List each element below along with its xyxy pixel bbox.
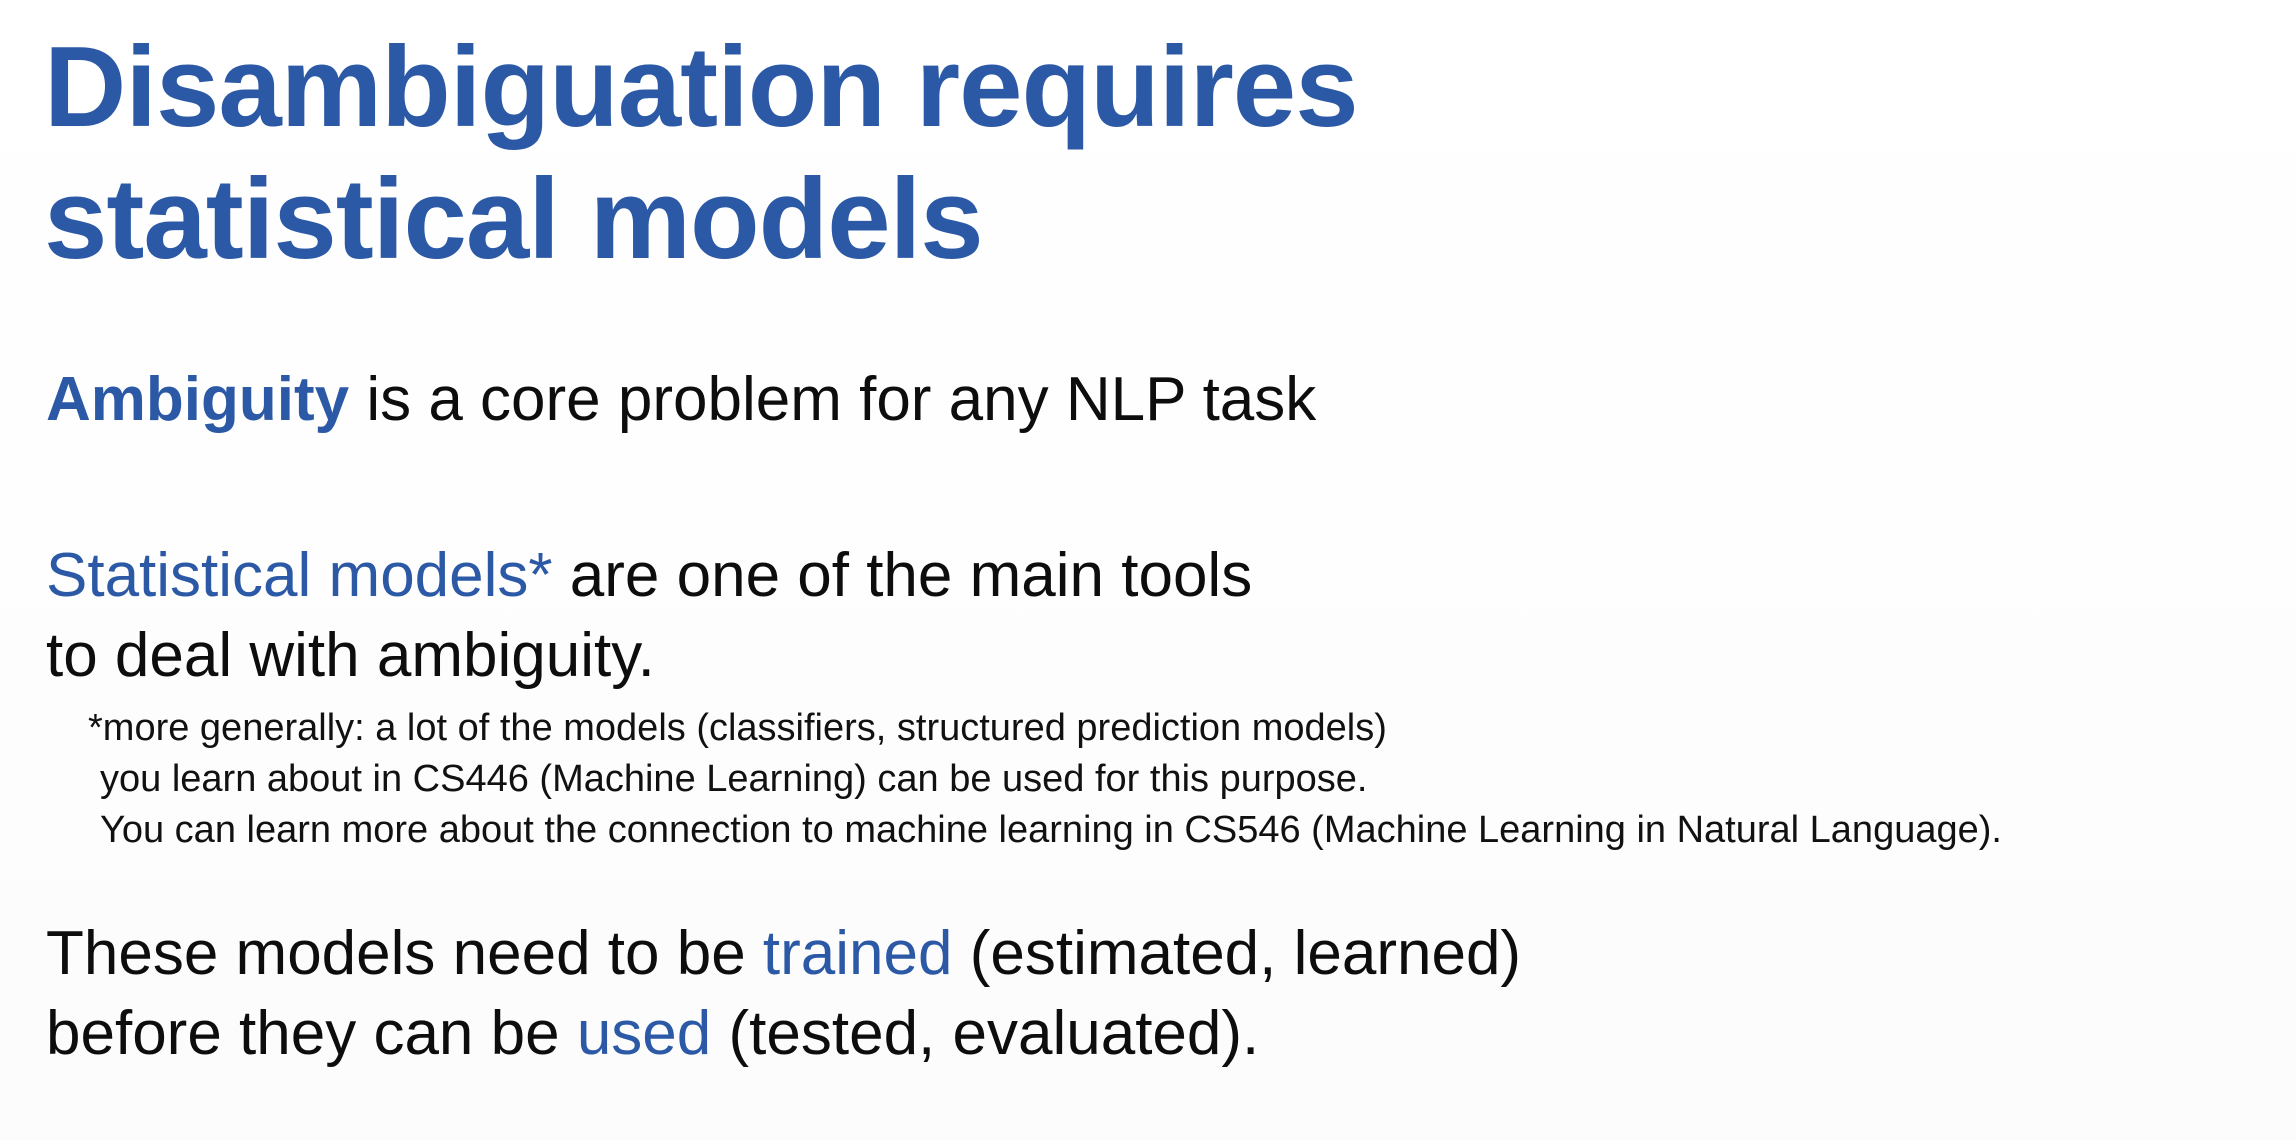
statistical-models-line-1: Statistical models* are one of the main …: [46, 536, 1252, 616]
footnote-line-3: You can learn more about the connection …: [100, 809, 2002, 851]
statistical-models-line-2: to deal with ambiguity.: [46, 621, 655, 690]
statistical-models-term: Statistical models*: [46, 541, 553, 610]
slide: Disambiguation requires statistical mode…: [0, 0, 2296, 1140]
slide-title-line-1: Disambiguation requires: [44, 24, 1359, 151]
training-line-1-post: (estimated, learned): [952, 919, 1522, 988]
footnote-line-1: *more generally: a lot of the models (cl…: [88, 707, 1387, 749]
statistical-models-text: are one of the main tools: [552, 541, 1253, 610]
training-paragraph: These models need to be trained (estimat…: [46, 914, 1521, 1074]
trained-term: trained: [762, 919, 953, 988]
used-term: used: [576, 999, 712, 1068]
training-line-2-pre: before they can be: [46, 999, 577, 1068]
training-line-1-pre: These models need to be: [46, 919, 763, 988]
training-line-1: These models need to be trained (estimat…: [46, 914, 1521, 994]
footnote: *more generally: a lot of the models (cl…: [88, 703, 2002, 856]
training-line-2-post: (tested, evaluated).: [711, 999, 1260, 1068]
slide-title: Disambiguation requires statistical mode…: [44, 22, 1359, 286]
ambiguity-term: Ambiguity: [46, 365, 350, 434]
ambiguity-text: is a core problem for any NLP task: [349, 365, 1317, 434]
footnote-line-2: you learn about in CS446 (Machine Learni…: [100, 758, 1368, 800]
statistical-models-paragraph: Statistical models* are one of the main …: [46, 536, 1252, 696]
training-line-2: before they can be used (tested, evaluat…: [46, 994, 1521, 1074]
ambiguity-paragraph: Ambiguity is a core problem for any NLP …: [46, 360, 1316, 440]
slide-title-line-2: statistical models: [44, 156, 984, 283]
